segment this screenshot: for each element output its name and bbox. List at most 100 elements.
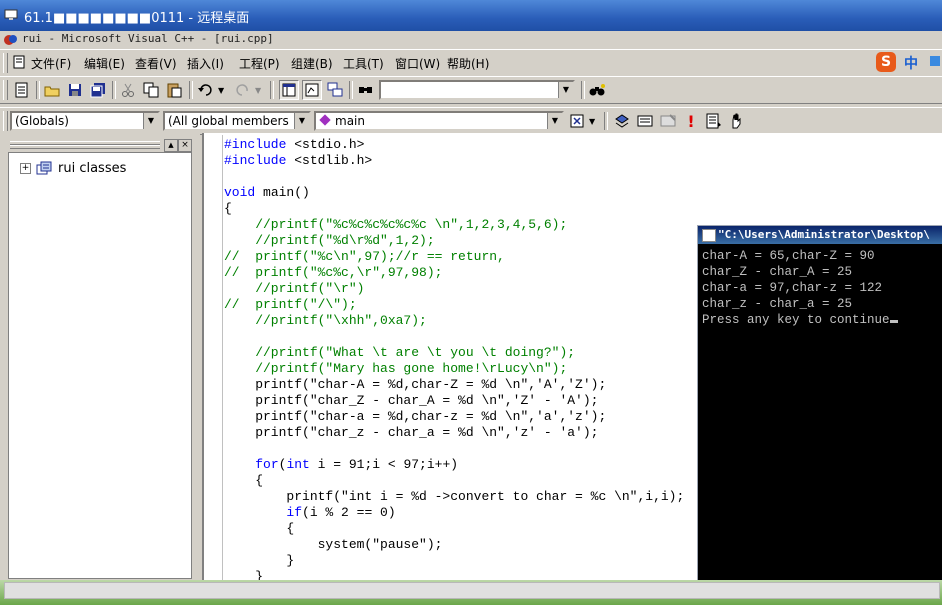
toolbar-grip[interactable]: [3, 111, 8, 131]
remote-desktop-titlebar[interactable]: 61.1■■■■■■■■0111 - 远程桌面: [0, 0, 942, 31]
app-titlebar[interactable]: rui - Microsoft Visual C++ - [rui.cpp]: [0, 31, 942, 48]
redo-dropdown-icon[interactable]: ▼: [255, 86, 261, 95]
code-comment: // printf("/\");: [224, 297, 357, 312]
find-binoculars-icon[interactable]: [587, 80, 607, 100]
chevron-down-icon[interactable]: ▼: [143, 113, 158, 129]
window-list-icon[interactable]: [325, 80, 345, 100]
open-folder-icon[interactable]: [42, 80, 62, 100]
tree-item-rui-classes[interactable]: rui classes: [58, 161, 126, 176]
code-line[interactable]: if(i % 2 == 0): [224, 505, 684, 521]
code-keyword: #include: [224, 137, 287, 152]
menu-build[interactable]: 组建(B): [291, 55, 333, 72]
wizard-bar: (Globals) ▼ (All global members ▼ main ▼ ▼ …: [0, 107, 942, 135]
workspace-toggle-icon[interactable]: [279, 80, 299, 100]
menu-tools[interactable]: 工具(T): [343, 55, 384, 72]
build-icon[interactable]: [635, 111, 655, 131]
menu-project[interactable]: 工程(P): [239, 55, 280, 72]
code-line[interactable]: [224, 329, 684, 345]
code-line[interactable]: //printf("\r"): [224, 281, 684, 297]
console-titlebar[interactable]: "C:\Users\Administrator\Desktop\: [698, 226, 942, 244]
workspace-grip[interactable]: [10, 145, 160, 149]
menu-grip[interactable]: [3, 53, 8, 73]
code-line[interactable]: system("pause");: [224, 537, 684, 553]
code-line[interactable]: printf("char_z - char_a = %d \n",'z' - '…: [224, 425, 684, 441]
copy-icon[interactable]: [141, 80, 161, 100]
app-title: rui - Microsoft Visual C++ - [rui.cpp]: [22, 32, 274, 45]
toolbar-grip[interactable]: [3, 80, 8, 100]
output-toggle-icon[interactable]: [302, 80, 322, 100]
sogou-ime-icon: S: [876, 52, 896, 72]
ime-mode-label[interactable]: 中: [904, 53, 918, 73]
workspace-maximize-button[interactable]: ▲: [164, 139, 178, 152]
class-combobox[interactable]: (Globals) ▼: [10, 111, 160, 131]
find-combobox[interactable]: ▼: [379, 80, 575, 100]
menu-help[interactable]: 帮助(H): [447, 55, 489, 72]
code-line[interactable]: //printf("\xhh",0xa7);: [224, 313, 684, 329]
code-keyword: int: [286, 457, 310, 472]
editor-gutter[interactable]: [204, 135, 223, 580]
code-line[interactable]: {: [224, 201, 684, 217]
code-text: printf("int i = %d ->convert to char = %…: [224, 489, 685, 504]
code-comment: //printf("%c%c%c%c%c%c \n",1,2,3,4,5,6);: [224, 217, 568, 232]
code-text: i = 91;i < 97;i++): [309, 457, 459, 472]
cut-icon[interactable]: [118, 80, 138, 100]
code-line[interactable]: #include <stdlib.h>: [224, 153, 684, 169]
code-comment: //printf("%d\r%d",1,2);: [224, 233, 435, 248]
undo-icon[interactable]: [196, 80, 216, 100]
chevron-down-icon[interactable]: ▼: [294, 113, 309, 129]
members-combobox[interactable]: main ▼: [314, 111, 564, 131]
find-in-files-icon[interactable]: [356, 80, 376, 100]
code-comment: //printf("What \t are \t you \t doing?")…: [224, 345, 576, 360]
menu-window[interactable]: 窗口(W): [395, 55, 440, 72]
menu-edit[interactable]: 编辑(E): [84, 55, 125, 72]
code-line[interactable]: {: [224, 521, 684, 537]
code-line[interactable]: printf("char_Z - char_A = %d \n",'Z' - '…: [224, 393, 684, 409]
save-all-icon[interactable]: [88, 80, 108, 100]
code-line[interactable]: }: [224, 553, 684, 569]
class-view-tree[interactable]: [8, 152, 192, 579]
go-icon[interactable]: [704, 111, 724, 131]
menu-file[interactable]: 文件(F): [31, 55, 71, 72]
code-line[interactable]: //printf("What \t are \t you \t doing?")…: [224, 345, 684, 361]
code-line[interactable]: //printf("Mary has gone home!\rLucy\n");: [224, 361, 684, 377]
document-icon: [13, 55, 25, 69]
horizontal-scrollbar[interactable]: [4, 582, 940, 599]
code-line[interactable]: //printf("%d\r%d",1,2);: [224, 233, 684, 249]
tree-expand-icon[interactable]: +: [20, 163, 31, 174]
execute-icon[interactable]: !: [681, 111, 701, 131]
menu-view[interactable]: 查看(V): [135, 55, 177, 72]
chevron-down-icon[interactable]: ▼: [547, 113, 562, 129]
new-file-icon[interactable]: [12, 80, 32, 100]
wizard-action-icon[interactable]: [567, 111, 587, 131]
code-line[interactable]: //printf("%c%c%c%c%c%c \n",1,2,3,4,5,6);: [224, 217, 684, 233]
code-line[interactable]: for(int i = 91;i < 97;i++): [224, 457, 684, 473]
ime-extra-icon[interactable]: [930, 56, 940, 66]
code-line[interactable]: // printf("%c%c,\r",97,98);: [224, 265, 684, 281]
code-line[interactable]: {: [224, 473, 684, 489]
code-keyword: for: [255, 457, 279, 472]
code-line[interactable]: // printf("%c\n",97);//r == return,: [224, 249, 684, 265]
filter-combobox[interactable]: (All global members ▼: [163, 111, 311, 131]
workspace-close-button[interactable]: ×: [178, 139, 192, 152]
chevron-down-icon[interactable]: ▼: [558, 82, 573, 98]
paste-icon[interactable]: [164, 80, 184, 100]
redo-icon[interactable]: [232, 80, 252, 100]
code-line[interactable]: printf("char-A = %d,char-Z = %d \n",'A',…: [224, 377, 684, 393]
stop-build-icon[interactable]: [658, 111, 678, 131]
code-line[interactable]: void main(): [224, 185, 684, 201]
code-line[interactable]: [224, 169, 684, 185]
save-icon[interactable]: [65, 80, 85, 100]
wizard-dropdown-icon[interactable]: ▼: [589, 117, 595, 126]
breakpoint-hand-icon[interactable]: [727, 111, 747, 131]
code-line[interactable]: // printf("/\");: [224, 297, 684, 313]
ime-toolbar[interactable]: S 中: [874, 50, 942, 74]
standard-toolbar: ▼ ▼ ▼: [0, 76, 942, 104]
source-code[interactable]: #include <stdio.h> #include <stdlib.h> vo…: [224, 137, 684, 585]
menu-insert[interactable]: 插入(I): [187, 55, 224, 72]
code-line[interactable]: printf("char-a = %d,char-z = %d \n",'a',…: [224, 409, 684, 425]
code-line[interactable]: [224, 441, 684, 457]
compile-icon[interactable]: [612, 111, 632, 131]
code-line[interactable]: printf("int i = %d ->convert to char = %…: [224, 489, 684, 505]
code-line[interactable]: #include <stdio.h>: [224, 137, 684, 153]
undo-dropdown-icon[interactable]: ▼: [218, 86, 224, 95]
